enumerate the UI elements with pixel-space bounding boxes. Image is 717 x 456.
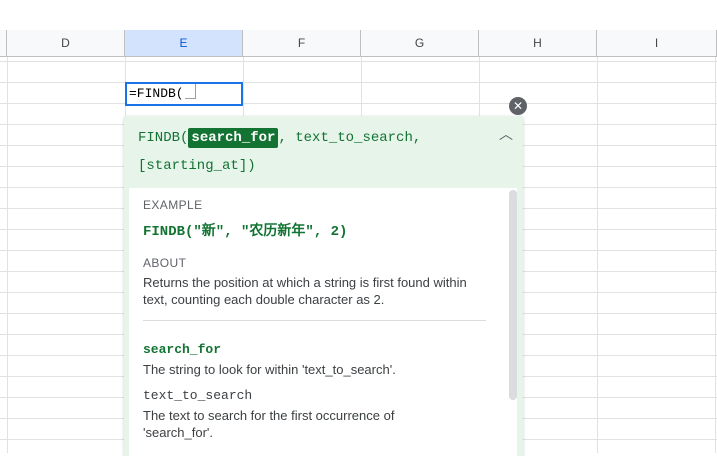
active-argument: search_for xyxy=(188,128,279,148)
scrollbar[interactable] xyxy=(509,190,517,400)
example-label: EXAMPLE xyxy=(143,198,203,212)
text-cursor xyxy=(184,84,196,99)
collapse-icon[interactable]: ︿ xyxy=(496,124,516,144)
column-header-d[interactable]: D xyxy=(7,30,125,56)
help-details-panel: EXAMPLE FINDB("新", "农历新年", 2) ABOUT Retu… xyxy=(129,188,517,456)
argument-name-search-for: search_for xyxy=(143,342,222,357)
signature-prefix: FINDB( xyxy=(138,130,189,146)
about-label: ABOUT xyxy=(143,256,187,270)
column-header-i[interactable]: I xyxy=(597,30,717,56)
cell-editor[interactable]: =FINDB( xyxy=(125,82,243,106)
row-header-corner[interactable] xyxy=(0,30,7,56)
argument-name-text-to-search: text_to_search xyxy=(143,388,253,403)
argument-desc-text-to-search: The text to search for the first occurre… xyxy=(143,408,395,440)
function-signature: FINDB(search_for, text_to_search, [start… xyxy=(138,124,478,180)
formula-help-card: FINDB(search_for, text_to_search, [start… xyxy=(124,116,523,456)
signature-line2: [starting_at]) xyxy=(138,158,256,174)
toolbar-area xyxy=(0,0,717,31)
close-icon[interactable]: ✕ xyxy=(509,97,527,115)
example-code: FINDB("新", "农历新年", 2) xyxy=(143,224,348,240)
about-text: Returns the position at which a string i… xyxy=(143,275,467,307)
column-header-g[interactable]: G xyxy=(361,30,479,56)
formula-text: =FINDB( xyxy=(129,86,184,101)
column-header-f[interactable]: F xyxy=(243,30,361,56)
column-header-h[interactable]: H xyxy=(479,30,597,56)
column-headers: D E F G H I xyxy=(0,30,717,57)
argument-desc-search-for: The string to look for within 'text_to_s… xyxy=(143,362,396,377)
divider xyxy=(143,320,486,321)
column-header-e[interactable]: E xyxy=(125,30,243,56)
signature-rest: , text_to_search, xyxy=(278,130,422,146)
